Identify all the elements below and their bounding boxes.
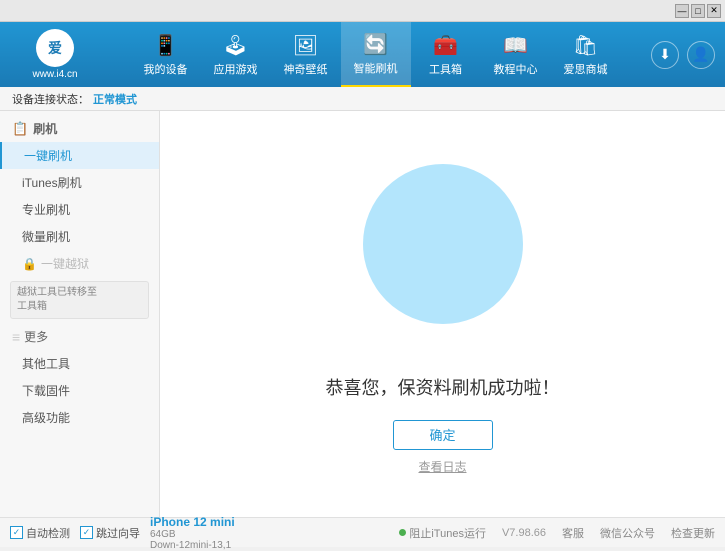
view-log-link[interactable]: 查看日志 [418, 458, 466, 475]
minimize-button[interactable]: — [675, 4, 689, 18]
nav-tutorial-label: 教程中心 [494, 61, 538, 77]
nav-wallpaper-label: 神奇壁纸 [284, 61, 328, 77]
sidebar-item-pro-flash[interactable]: 专业刷机 [0, 196, 159, 223]
nav-my-device-label: 我的设备 [144, 61, 188, 77]
app-game-icon: 🕹 [223, 33, 248, 58]
logo-subtext: www.i4.cn [32, 69, 77, 80]
mall-icon: 🛍 [573, 33, 598, 58]
bottom-right: 阻止iTunes运行 V7.98.66 客服 微信公众号 检查更新 [399, 525, 715, 541]
logo-icon: 爱 [36, 29, 74, 67]
status-prefix: 设备连接状态： [12, 91, 89, 107]
auto-connect-check-icon: ✓ [10, 526, 23, 539]
nav-mall[interactable]: 🛍 爱思商城 [551, 22, 621, 87]
update-link[interactable]: 检查更新 [671, 525, 715, 541]
sidebar-section-flash: 📋 刷机 一键刷机 iTunes刷机 专业刷机 微量刷机 🔒 一键越狱 越狱工具… [0, 115, 159, 319]
bottom-left: ✓ 自动检测 ✓ 跳过向导 iPhone 12 mini 64GB Down-1… [10, 515, 235, 551]
logo-area[interactable]: 爱 www.i4.cn [10, 29, 100, 80]
sidebar-item-micro-flash[interactable]: 微量刷机 [0, 223, 159, 250]
nav-right-buttons: ⬇ 👤 [651, 41, 715, 69]
skip-wizard-check-icon: ✓ [80, 526, 93, 539]
nav-mall-label: 爱思商城 [564, 61, 608, 77]
nav-toolbox[interactable]: 🧰 工具箱 [411, 22, 481, 87]
close-button[interactable]: ✕ [707, 4, 721, 18]
sidebar-item-jailbreak-locked: 🔒 一键越狱 [0, 250, 159, 277]
sidebar-note-box: 越狱工具已转移至工具箱 [10, 281, 149, 319]
itunes-status: 阻止iTunes运行 [399, 525, 486, 541]
wallpaper-icon: 🖼 [293, 33, 318, 58]
smart-flash-icon: 🔄 [363, 32, 388, 57]
illustration: ✦ ✦ ✦ [353, 154, 533, 354]
nav-smart-flash[interactable]: 🔄 智能刷机 [341, 22, 411, 87]
main-layout: 📋 刷机 一键刷机 iTunes刷机 专业刷机 微量刷机 🔒 一键越狱 越狱工具… [0, 111, 725, 517]
bg-circle [363, 164, 523, 324]
sidebar-item-download-fw[interactable]: 下载固件 [0, 377, 159, 404]
nav-tutorial[interactable]: 📖 教程中心 [481, 22, 551, 87]
bottom-bar: ✓ 自动检测 ✓ 跳过向导 iPhone 12 mini 64GB Down-1… [0, 517, 725, 547]
nav-toolbox-label: 工具箱 [429, 61, 462, 77]
phone-illustration: ✦ ✦ ✦ [353, 154, 533, 354]
status-value: 正常模式 [93, 91, 137, 107]
device-info: iPhone 12 mini 64GB Down-12mini-13,1 [150, 515, 235, 551]
sidebar-note-text: 越狱工具已转移至工具箱 [17, 287, 97, 312]
content-area: ✦ ✦ ✦ [160, 111, 725, 517]
title-bar-buttons[interactable]: — □ ✕ [675, 4, 721, 18]
checkbox-group: ✓ 自动检测 ✓ 跳过向导 [10, 525, 140, 541]
nav-items: 📱 我的设备 🕹 应用游戏 🖼 神奇壁纸 🔄 智能刷机 🧰 工具箱 📖 教程中心… [100, 22, 651, 87]
lock-icon: 🔒 [22, 257, 37, 271]
confirm-button[interactable]: 确定 [393, 420, 493, 450]
skip-wizard-checkbox[interactable]: ✓ 跳过向导 [80, 525, 140, 541]
skip-wizard-label: 跳过向导 [96, 525, 140, 541]
tutorial-icon: 📖 [503, 33, 528, 58]
nav-my-device[interactable]: 📱 我的设备 [131, 22, 201, 87]
my-device-icon: 📱 [153, 33, 178, 58]
green-dot-icon [399, 529, 406, 536]
sidebar: 📋 刷机 一键刷机 iTunes刷机 专业刷机 微量刷机 🔒 一键越狱 越狱工具… [0, 111, 160, 517]
header: 爱 www.i4.cn 📱 我的设备 🕹 应用游戏 🖼 神奇壁纸 🔄 智能刷机 … [0, 22, 725, 87]
status-bar: 设备连接状态： 正常模式 [0, 87, 725, 111]
support-link[interactable]: 客服 [562, 525, 584, 541]
flash-section-icon: 📋 [12, 121, 28, 137]
maximize-button[interactable]: □ [691, 4, 705, 18]
version-text: V7.98.66 [502, 527, 546, 539]
download-button[interactable]: ⬇ [651, 41, 679, 69]
device-firmware: Down-12mini-13,1 [150, 540, 235, 551]
account-button[interactable]: 👤 [687, 41, 715, 69]
nav-smart-flash-label: 智能刷机 [354, 60, 398, 76]
sidebar-item-itunes-flash[interactable]: iTunes刷机 [0, 169, 159, 196]
wechat-link[interactable]: 微信公众号 [600, 525, 655, 541]
sidebar-section-flash-title: 📋 刷机 [0, 115, 159, 142]
sidebar-item-advanced[interactable]: 高级功能 [0, 404, 159, 431]
sidebar-more-divider: ≡ 更多 [0, 323, 159, 350]
sidebar-section-more: ≡ 更多 其他工具 下载固件 高级功能 [0, 323, 159, 431]
divider-icon: ≡ [12, 329, 20, 345]
device-storage: 64GB [150, 529, 235, 540]
nav-app-game-label: 应用游戏 [214, 61, 258, 77]
nav-app-game[interactable]: 🕹 应用游戏 [201, 22, 271, 87]
success-text: 恭喜您，保资料刷机成功啦！ [326, 374, 560, 400]
sidebar-item-one-click[interactable]: 一键刷机 [0, 142, 159, 169]
itunes-status-label: 阻止iTunes运行 [409, 525, 486, 541]
auto-connect-checkbox[interactable]: ✓ 自动检测 [10, 525, 70, 541]
nav-wallpaper[interactable]: 🖼 神奇壁纸 [271, 22, 341, 87]
auto-connect-label: 自动检测 [26, 525, 70, 541]
sidebar-item-other-tools[interactable]: 其他工具 [0, 350, 159, 377]
toolbox-icon: 🧰 [433, 33, 458, 58]
title-bar: — □ ✕ [0, 0, 725, 22]
